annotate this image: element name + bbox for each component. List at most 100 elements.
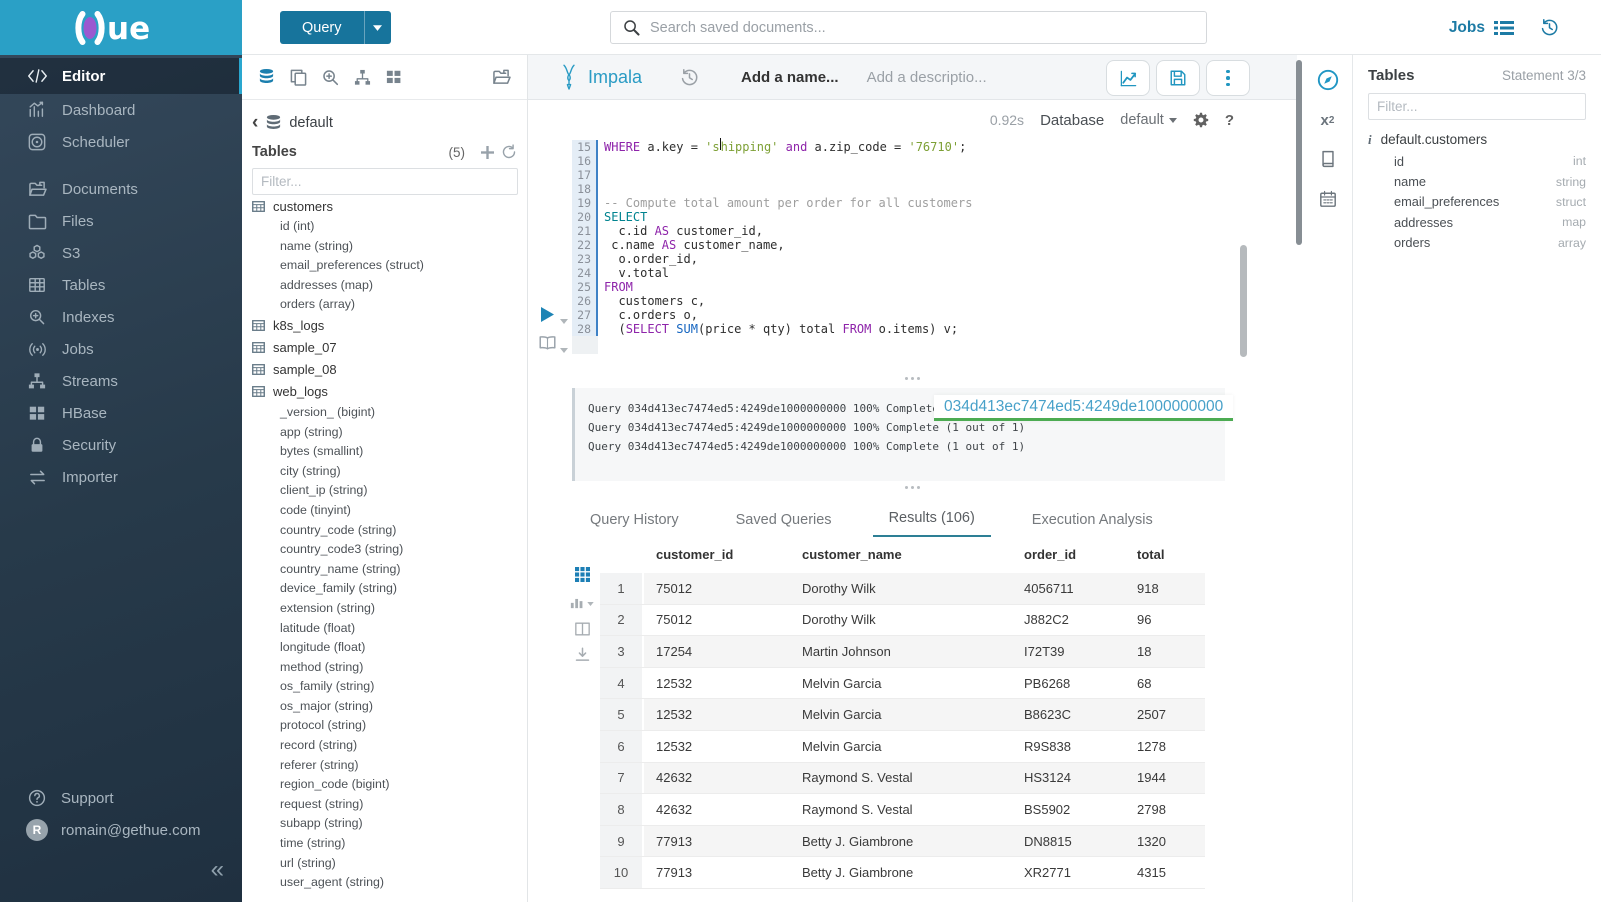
tree-column[interactable]: url (string) — [252, 854, 523, 874]
tree-column[interactable]: os_family (string) — [252, 677, 523, 697]
run-query-button[interactable] — [541, 307, 554, 327]
tree-column[interactable]: code (tinyint) — [252, 501, 523, 521]
schema-column-orders[interactable]: ordersarray — [1368, 233, 1586, 253]
download-icon[interactable] — [570, 647, 594, 662]
schema-column-email_preferences[interactable]: email_preferencesstruct — [1368, 192, 1586, 212]
search-input[interactable] — [650, 20, 1194, 36]
chart-button[interactable] — [1106, 60, 1150, 96]
editor-scrollbar[interactable] — [1240, 245, 1247, 357]
main-scrollbar[interactable] — [1296, 60, 1302, 245]
jobs-link[interactable]: Jobs — [1449, 19, 1514, 37]
sidebar-item-streams[interactable]: Streams — [0, 365, 242, 397]
global-search[interactable] — [610, 11, 1207, 44]
copy-icon[interactable] — [290, 69, 307, 86]
barchart-icon[interactable] — [570, 595, 584, 609]
tree-column[interactable]: latitude (float) — [252, 619, 523, 639]
tree-column[interactable]: time (string) — [252, 834, 523, 854]
zoom-in-icon[interactable] — [322, 69, 339, 86]
tree-column[interactable]: referer (string) — [252, 756, 523, 776]
assist-filter-input[interactable] — [252, 168, 518, 195]
tree-column[interactable]: bytes (smallint) — [252, 442, 523, 462]
tree-column[interactable]: record (string) — [252, 736, 523, 756]
superscript-icon[interactable]: x2 — [1321, 113, 1335, 128]
history-icon[interactable] — [1540, 18, 1559, 37]
sidebar-item-dashboard[interactable]: Dashboard — [0, 94, 242, 126]
sidebar-item-s3[interactable]: S3 — [0, 237, 242, 269]
query-button-label[interactable]: Query — [280, 11, 364, 44]
schema-column-addresses[interactable]: addressesmap — [1368, 212, 1586, 232]
tree-column[interactable]: country_code (string) — [252, 521, 523, 541]
sidebar-item-files[interactable]: Files — [0, 205, 242, 237]
sidebar-item-hbase[interactable]: HBase — [0, 397, 242, 429]
tree-column[interactable]: request (string) — [252, 795, 523, 815]
schema-column-id[interactable]: idint — [1368, 151, 1586, 171]
run-options-caret[interactable] — [560, 311, 568, 329]
tree-column[interactable]: city (string) — [252, 462, 523, 482]
query-description-field[interactable]: Add a descriptio... — [867, 69, 987, 86]
tree-column[interactable]: longitude (float) — [252, 638, 523, 658]
schema-filter-input[interactable] — [1368, 93, 1586, 120]
resize-handle[interactable] — [528, 377, 1297, 380]
sidebar-item-indexes[interactable]: Indexes — [0, 301, 242, 333]
tab-results-106-[interactable]: Results (106) — [873, 501, 991, 537]
tree-column[interactable]: os_major (string) — [252, 697, 523, 717]
tree-column[interactable]: extension (string) — [252, 599, 523, 619]
tab-query-history[interactable]: Query History — [574, 503, 695, 537]
sql-code-editor[interactable]: 15WHERE a.key = 'shipping' and a.zip_cod… — [528, 140, 1297, 350]
tree-column[interactable]: country_name (string) — [252, 560, 523, 580]
sidebar-item-scheduler[interactable]: Scheduler — [0, 126, 242, 158]
more-actions-button[interactable] — [1206, 60, 1250, 96]
book-icon[interactable] — [539, 336, 556, 350]
sidebar-item-support[interactable]: Support — [0, 782, 242, 814]
calendar-icon[interactable] — [1319, 190, 1337, 208]
query-id-link[interactable]: 034d413ec7474ed5:4249de1000000000 — [934, 395, 1233, 421]
tree-column[interactable]: _version_ (bigint) — [252, 403, 523, 423]
database-select[interactable]: default — [1120, 112, 1177, 128]
columns-icon[interactable] — [570, 622, 594, 636]
schema-column-name[interactable]: namestring — [1368, 171, 1586, 191]
grid3-icon[interactable] — [570, 567, 594, 582]
tree-table-customers[interactable]: customers — [252, 195, 523, 217]
tree-column[interactable]: device_family (string) — [252, 579, 523, 599]
sidebar-item-jobs[interactable]: Jobs — [0, 333, 242, 365]
tree-column[interactable]: country_code3 (string) — [252, 540, 523, 560]
back-chevron-icon[interactable]: ‹ — [252, 116, 258, 130]
schema-table-row[interactable]: i default.customers — [1368, 132, 1586, 147]
tree-table-web_logs[interactable]: web_logs — [252, 381, 523, 403]
tab-saved-queries[interactable]: Saved Queries — [720, 503, 848, 537]
tree-column[interactable]: method (string) — [252, 658, 523, 678]
sidebar-item-user[interactable]: R romain@gethue.com — [0, 814, 242, 846]
tree-column[interactable]: user_agent (string) — [252, 873, 523, 893]
docs-icon[interactable] — [1319, 150, 1337, 168]
sidebar-item-security[interactable]: Security — [0, 429, 242, 461]
resize-handle[interactable] — [528, 486, 1297, 489]
sidebar-item-documents[interactable]: Documents — [0, 173, 242, 205]
sitemap-icon[interactable] — [354, 69, 371, 86]
tree-table-sample_07[interactable]: sample_07 — [252, 337, 523, 359]
tree-column[interactable]: email_preferences (struct) — [252, 256, 523, 276]
tree-column[interactable]: app (string) — [252, 423, 523, 443]
database-name[interactable]: default — [289, 115, 333, 131]
sidebar-item-importer[interactable]: Importer — [0, 461, 242, 493]
save-button[interactable] — [1156, 60, 1200, 96]
add-table-icon[interactable] — [481, 146, 494, 159]
query-history-icon[interactable] — [680, 68, 699, 87]
sidebar-item-editor[interactable]: Editor — [0, 58, 242, 94]
tree-table-sample_08[interactable]: sample_08 — [252, 359, 523, 381]
gear-icon[interactable] — [1193, 112, 1209, 128]
tree-column[interactable]: id (int) — [252, 217, 523, 237]
tree-column[interactable]: name (string) — [252, 237, 523, 257]
hue-logo[interactable]: ue — [0, 0, 242, 55]
folder-open-icon[interactable] — [492, 69, 511, 86]
tree-column[interactable]: subapp (string) — [252, 814, 523, 834]
collapse-sidebar-icon[interactable]: « — [211, 856, 224, 884]
tree-column[interactable]: region_code (bigint) — [252, 775, 523, 795]
sidebar-item-tables[interactable]: Tables — [0, 269, 242, 301]
tree-column[interactable]: protocol (string) — [252, 716, 523, 736]
tab-execution-analysis[interactable]: Execution Analysis — [1016, 503, 1169, 537]
help-icon[interactable]: ? — [1225, 112, 1234, 129]
tree-column[interactable]: client_ip (string) — [252, 481, 523, 501]
query-dropdown-caret[interactable] — [364, 11, 391, 44]
refresh-icon[interactable] — [501, 144, 517, 160]
tree-column[interactable]: addresses (map) — [252, 276, 523, 296]
